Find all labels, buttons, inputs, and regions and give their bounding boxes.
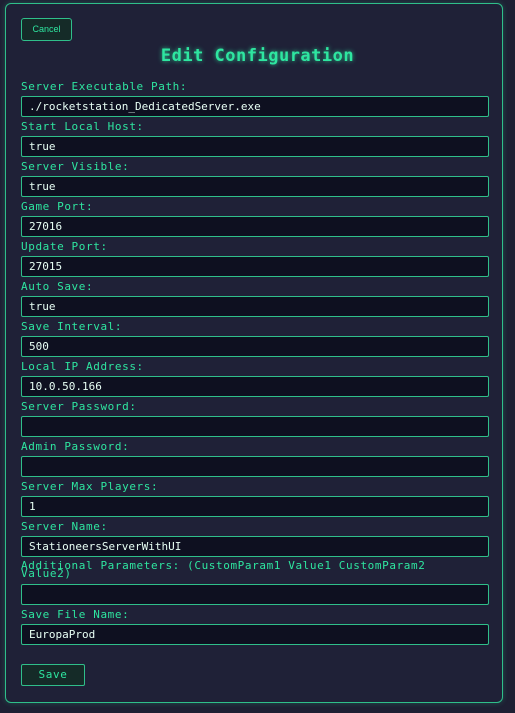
save-file-name-label: Save File Name: xyxy=(21,608,130,621)
admin-password-label: Admin Password: xyxy=(21,440,130,453)
additional-params-input[interactable] xyxy=(21,584,489,605)
local-ip-input[interactable] xyxy=(21,376,489,397)
server-password-input[interactable] xyxy=(21,416,489,437)
start-local-host-input[interactable] xyxy=(21,136,489,157)
update-port-label: Update Port: xyxy=(21,240,108,253)
auto-save-label: Auto Save: xyxy=(21,280,94,293)
server-visible-input[interactable] xyxy=(21,176,489,197)
server-name-input[interactable] xyxy=(21,536,489,557)
cancel-button[interactable]: Cancel xyxy=(21,18,72,41)
max-players-label: Server Max Players: xyxy=(21,480,159,493)
admin-password-input[interactable] xyxy=(21,456,489,477)
auto-save-input[interactable] xyxy=(21,296,489,317)
exe-path-label: Server Executable Path: xyxy=(21,80,188,93)
server-name-label: Server Name: xyxy=(21,520,108,533)
server-visible-label: Server Visible: xyxy=(21,160,130,173)
save-file-name-input[interactable] xyxy=(21,624,489,645)
game-port-input[interactable] xyxy=(21,216,489,237)
additional-params-label: Additional Parameters: (CustomParam1 Val… xyxy=(21,559,426,580)
server-password-label: Server Password: xyxy=(21,400,137,413)
start-local-host-label: Start Local Host: xyxy=(21,120,144,133)
exe-path-input[interactable] xyxy=(21,96,489,117)
save-interval-input[interactable] xyxy=(21,336,489,357)
save-interval-label: Save Interval: xyxy=(21,320,123,333)
save-button[interactable]: Save xyxy=(21,664,85,686)
local-ip-label: Local IP Address: xyxy=(21,360,144,373)
game-port-label: Game Port: xyxy=(21,200,94,213)
page-title: Edit Configuration xyxy=(160,46,355,66)
update-port-input[interactable] xyxy=(21,256,489,277)
max-players-input[interactable] xyxy=(21,496,489,517)
